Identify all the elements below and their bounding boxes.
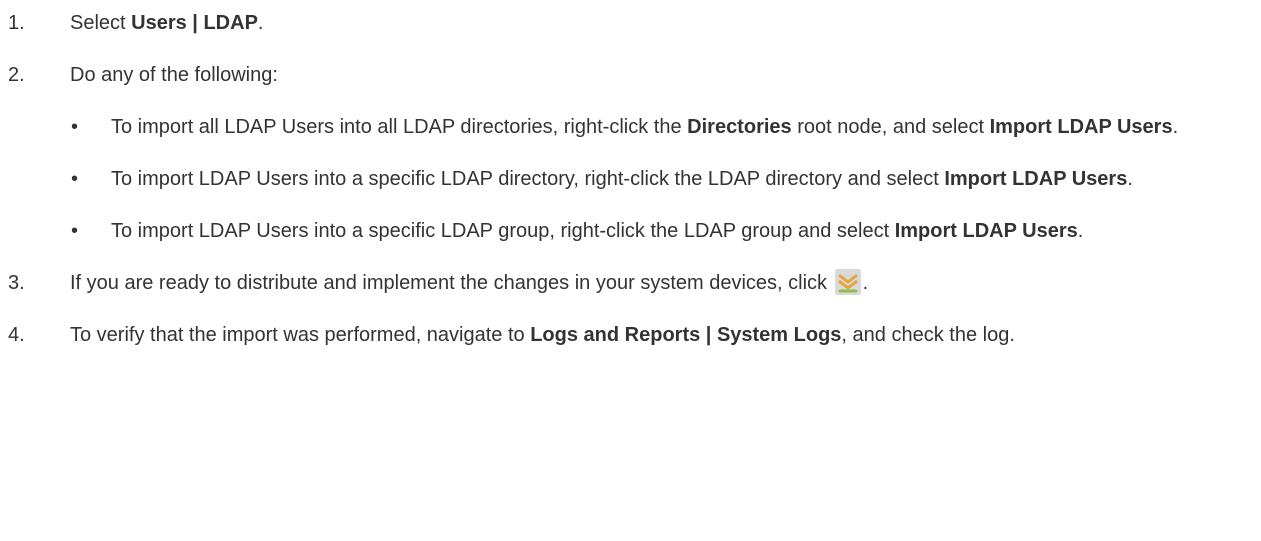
option-text: To import all LDAP Users into all LDAP d… xyxy=(111,116,688,138)
option-specific-directory: • To import LDAP Users into a specific L… xyxy=(71,164,1240,194)
step-number: 2. xyxy=(8,64,25,86)
step-text: To verify that the import was performed,… xyxy=(70,324,531,346)
step-text-end: . xyxy=(862,272,869,294)
step-text: Do any of the following: xyxy=(70,64,278,86)
menu-path-system-logs: Logs and Reports | System Logs xyxy=(530,324,842,346)
step-text-end: , and check the log. xyxy=(841,324,1015,346)
step-text: Select xyxy=(70,12,132,34)
option-text: To import LDAP Users into a specific LDA… xyxy=(111,168,945,190)
bullet-icon: • xyxy=(71,116,79,138)
step-4: 4. To verify that the import was perform… xyxy=(8,320,1240,350)
option-text-end: . xyxy=(1077,220,1084,242)
step-number: 1. xyxy=(8,12,25,34)
step-1: 1. Select Users | LDAP. xyxy=(8,8,1240,38)
node-directories: Directories xyxy=(687,116,792,138)
step-number: 4. xyxy=(8,324,25,346)
bullet-icon: • xyxy=(71,220,79,242)
option-specific-group: • To import LDAP Users into a specific L… xyxy=(71,216,1240,246)
step-3: 3. If you are ready to distribute and im… xyxy=(8,268,1240,298)
menu-import-ldap-users: Import LDAP Users xyxy=(894,220,1078,242)
step-text: If you are ready to distribute and imple… xyxy=(70,272,833,294)
option-text: root node, and select xyxy=(791,116,990,138)
option-text-end: . xyxy=(1172,116,1179,138)
option-list: • To import all LDAP Users into all LDAP… xyxy=(70,112,1240,246)
option-text: To import LDAP Users into a specific LDA… xyxy=(111,220,895,242)
menu-path-users-ldap: Users | LDAP xyxy=(131,12,258,34)
install-policy-icon xyxy=(834,269,861,295)
option-text-end: . xyxy=(1127,168,1133,190)
menu-import-ldap-users: Import LDAP Users xyxy=(989,116,1173,138)
menu-import-ldap-users: Import LDAP Users xyxy=(944,168,1128,190)
step-number: 3. xyxy=(8,272,25,294)
step-text-end: . xyxy=(257,12,264,34)
option-all-directories: • To import all LDAP Users into all LDAP… xyxy=(71,112,1240,142)
step-2: 2. Do any of the following: • To import … xyxy=(8,60,1240,246)
procedure-document: 1. Select Users | LDAP. 2. Do any of the… xyxy=(0,0,1261,541)
bullet-icon: • xyxy=(71,168,79,190)
